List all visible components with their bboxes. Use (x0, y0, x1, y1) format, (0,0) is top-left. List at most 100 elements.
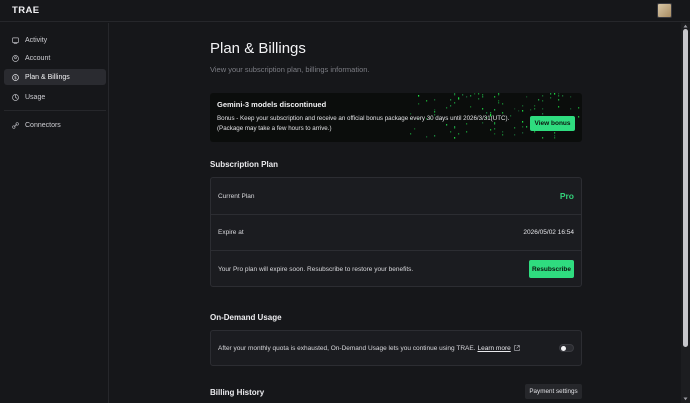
matrix-dot (434, 109, 436, 111)
matrix-dot (534, 105, 536, 107)
usage-icon (12, 93, 19, 101)
matrix-dot (570, 108, 572, 110)
connectors-icon (12, 121, 19, 129)
matrix-dot (434, 111, 436, 113)
page-subtitle: View your subscription plan, billings in… (210, 65, 370, 74)
matrix-dot (570, 96, 572, 98)
sidebar-item-label: Usage (25, 93, 46, 101)
matrix-dot (494, 96, 496, 98)
matrix-dot (530, 109, 532, 111)
subscription-card: Current Plan Pro Expire at 2026/05/02 16… (210, 177, 582, 287)
scroll-down-arrow-icon[interactable] (683, 397, 688, 401)
matrix-dot (578, 116, 580, 118)
matrix-dot (550, 93, 552, 95)
matrix-dot (454, 93, 456, 95)
matrix-dot (466, 96, 468, 98)
matrix-dot (434, 135, 436, 137)
on-demand-section-title: On-Demand Usage (210, 313, 282, 322)
current-plan-label: Current Plan (218, 192, 255, 200)
matrix-dot (482, 94, 484, 96)
matrix-dot (514, 108, 516, 110)
matrix-dot (550, 97, 552, 99)
matrix-dot (462, 94, 464, 96)
view-bonus-button[interactable]: View bonus (530, 116, 575, 131)
matrix-dot (526, 96, 528, 98)
on-demand-text: After your monthly quota is exhausted, O… (218, 344, 476, 352)
matrix-dot (514, 134, 516, 136)
scroll-up-arrow-icon[interactable] (683, 24, 688, 28)
scrollbar-thumb[interactable] (683, 29, 688, 347)
app-logo[interactable]: TRAE (12, 5, 39, 16)
matrix-dot (498, 102, 500, 104)
sidebar-item-account[interactable]: Account (4, 50, 106, 66)
matrix-dot (450, 99, 452, 101)
matrix-dot (426, 100, 428, 102)
matrix-dot (554, 93, 556, 95)
sidebar-item-plan-billings[interactable]: $ Plan & Billings (4, 69, 106, 85)
matrix-dot (542, 137, 544, 139)
on-demand-row: After your monthly quota is exhausted, O… (211, 331, 581, 365)
learn-more-link[interactable]: Learn more (478, 345, 511, 352)
matrix-dot (558, 99, 560, 101)
matrix-dot (454, 137, 456, 139)
matrix-dot (522, 110, 524, 112)
sidebar-item-usage[interactable]: Usage (4, 89, 106, 105)
matrix-dot (498, 100, 500, 102)
scrollbar[interactable] (681, 23, 690, 403)
matrix-dot (558, 93, 560, 95)
resubscribe-row: Your Pro plan will expire soon. Resubscr… (211, 251, 581, 287)
page-title: Plan & Billings (210, 40, 306, 57)
matrix-dot (558, 95, 560, 97)
subscription-section-title: Subscription Plan (210, 160, 279, 169)
expire-value: 2026/05/02 16:54 (523, 229, 574, 236)
sidebar-item-connectors[interactable]: Connectors (4, 117, 106, 133)
matrix-dot (542, 95, 544, 97)
sidebar-item-label: Connectors (25, 121, 61, 129)
payment-settings-button[interactable]: Payment settings (525, 384, 582, 399)
matrix-dot (562, 95, 564, 97)
matrix-dot (470, 95, 472, 97)
top-bar: TRAE (0, 0, 690, 22)
toggle-knob (561, 346, 566, 351)
matrix-dot (518, 110, 520, 112)
expire-label: Expire at (218, 229, 244, 236)
billing-history-title: Billing History (210, 388, 265, 397)
expire-row: Expire at 2026/05/02 16:54 (211, 215, 581, 250)
matrix-dot (558, 106, 560, 108)
matrix-dot (426, 136, 428, 138)
sidebar: Activity Account $ Plan & Billings Usage… (0, 23, 109, 403)
on-demand-card: After your monthly quota is exhausted, O… (210, 330, 582, 366)
activity-icon (12, 37, 19, 44)
on-demand-toggle[interactable] (559, 344, 574, 352)
matrix-dot (482, 96, 484, 98)
banner-title: Gemini-3 models discontinued (217, 100, 327, 109)
main-content: Plan & Billings View your subscription p… (110, 23, 678, 403)
avatar[interactable] (657, 3, 672, 18)
resubscribe-button[interactable]: Resubscribe (529, 260, 574, 278)
sidebar-divider (4, 110, 106, 111)
sidebar-item-label: Account (25, 54, 51, 62)
matrix-dot (502, 134, 504, 136)
matrix-dot (446, 107, 448, 109)
external-link-icon[interactable] (514, 345, 520, 351)
sidebar-item-label: Plan & Billings (25, 73, 70, 81)
matrix-dot (458, 98, 460, 100)
matrix-dot (542, 108, 544, 110)
matrix-dot (554, 135, 556, 137)
matrix-dot (494, 109, 496, 111)
current-plan-row: Current Plan Pro (211, 178, 581, 214)
matrix-dot (450, 105, 452, 107)
matrix-dot (418, 103, 420, 105)
matrix-dot (502, 103, 504, 105)
current-plan-value: Pro (559, 191, 574, 201)
svg-text:$: $ (14, 75, 17, 81)
sidebar-item-activity[interactable]: Activity (4, 32, 106, 48)
banner-text: Bonus - Keep your subscription and recei… (217, 115, 510, 132)
matrix-dot (470, 106, 472, 108)
matrix-dot (538, 99, 540, 101)
matrix-dot (554, 132, 556, 134)
billing-icon: $ (12, 73, 19, 81)
matrix-dot (554, 137, 556, 139)
matrix-dot (434, 99, 436, 101)
matrix-dot (578, 107, 580, 109)
